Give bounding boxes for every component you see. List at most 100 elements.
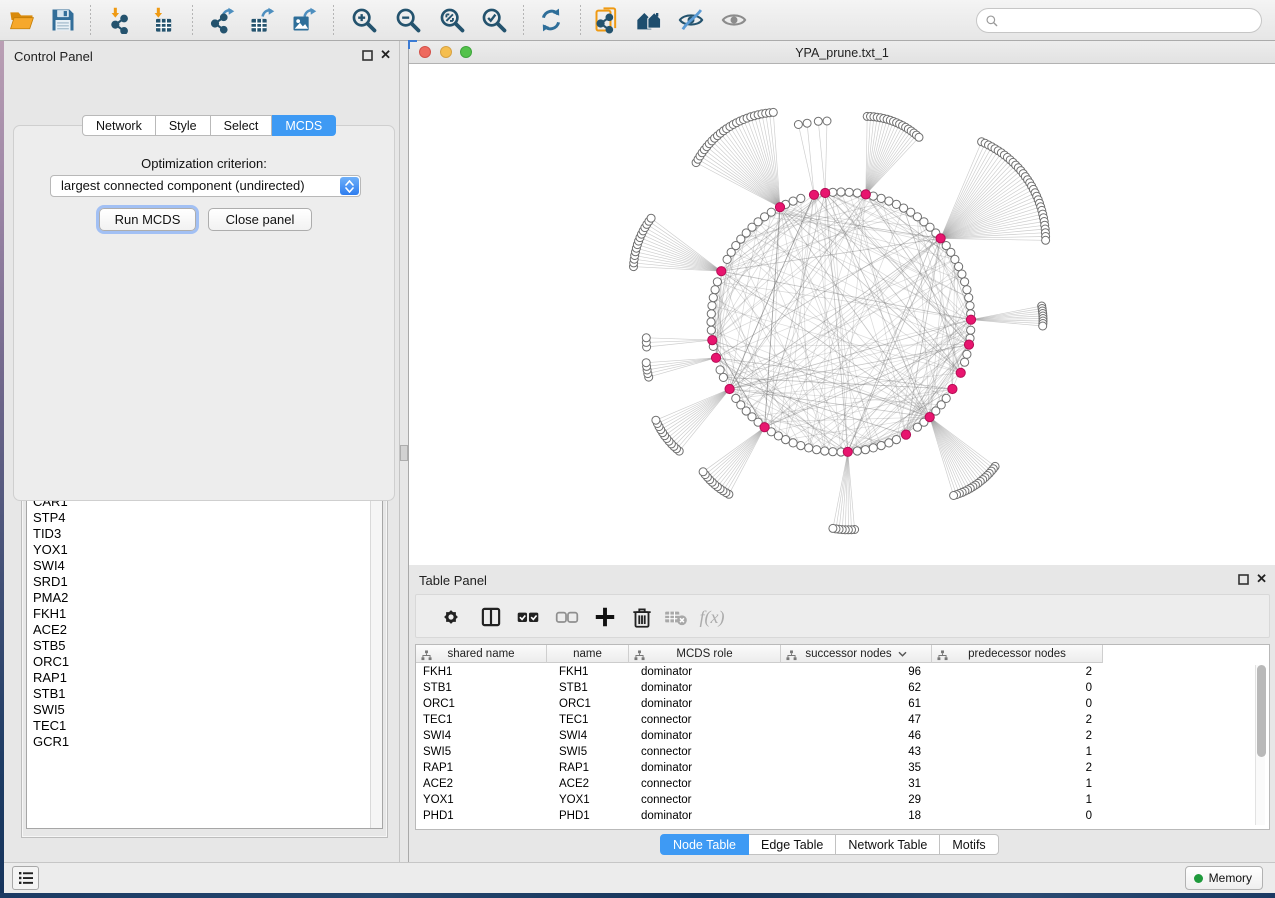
export-table-icon[interactable] — [248, 6, 276, 34]
mcds-result-item[interactable]: SWI5 — [27, 702, 382, 718]
run-mcds-button[interactable]: Run MCDS — [99, 208, 196, 231]
float-table-panel-icon[interactable] — [1238, 574, 1249, 585]
mcds-result-item[interactable]: ACE2 — [27, 622, 382, 638]
task-history-button[interactable] — [12, 866, 39, 890]
tab-node-table[interactable]: Node Table — [660, 834, 749, 855]
memory-label: Memory — [1209, 871, 1252, 885]
zoom-fit-icon[interactable] — [438, 6, 466, 34]
search-input[interactable] — [1004, 14, 1244, 28]
table-row[interactable]: RAP1RAP1dominator352 — [416, 760, 1103, 776]
ring-node — [885, 197, 893, 205]
tab-style[interactable]: Style — [156, 115, 211, 136]
tab-edge-table[interactable]: Edge Table — [749, 834, 836, 855]
table-row[interactable]: SWI4SWI4dominator462 — [416, 728, 1103, 744]
table-row[interactable]: YOX1YOX1connector291 — [416, 792, 1103, 808]
ring-node — [767, 208, 775, 216]
satellite-node — [642, 334, 650, 342]
table-row[interactable]: ORC1ORC1dominator610 — [416, 696, 1103, 712]
mcds-list-scrollbar[interactable] — [370, 478, 382, 828]
network-graph[interactable] — [409, 64, 1275, 565]
eye-icon[interactable] — [720, 6, 748, 34]
mcds-result-item[interactable]: STP4 — [27, 510, 382, 526]
doc-network-icon[interactable] — [593, 6, 621, 34]
delete-column-icon[interactable] — [629, 604, 655, 630]
close-panel-button[interactable]: Close panel — [208, 208, 312, 231]
network-window-title: YPA_prune.txt_1 — [409, 46, 1275, 60]
ring-node — [805, 444, 813, 452]
mcds-result-item[interactable]: TEC1 — [27, 718, 382, 734]
select-all-icon[interactable] — [515, 604, 541, 630]
mcds-result-list[interactable]: PHD1CAR1STP4TID3YOX1SWI4SRD1PMA2FKH1ACE2… — [26, 477, 383, 829]
eye-slash-icon[interactable] — [677, 6, 705, 34]
network-window-titlebar[interactable]: YPA_prune.txt_1 — [409, 41, 1275, 64]
vertical-splitter[interactable] — [400, 41, 408, 862]
tab-network[interactable]: Network — [82, 115, 156, 136]
ring-node — [961, 278, 969, 286]
mcds-hub-node — [843, 447, 852, 456]
mcds-result-item[interactable]: YOX1 — [27, 542, 382, 558]
mcds-result-item[interactable]: SRD1 — [27, 574, 382, 590]
splitter-grip[interactable] — [400, 445, 408, 461]
refresh-icon[interactable] — [537, 6, 565, 34]
table-row[interactable]: SWI5SWI5connector431 — [416, 744, 1103, 760]
open-folder-icon[interactable] — [8, 6, 36, 34]
table-panel-title: Table Panel — [419, 573, 487, 588]
column-header-successor-nodes[interactable]: successor nodes — [781, 645, 932, 663]
column-header-MCDS-role[interactable]: MCDS role — [629, 645, 781, 663]
control-panel-titlebar: Control Panel ✕ — [4, 41, 399, 70]
table-scrollbar[interactable] — [1255, 665, 1265, 825]
add-column-icon[interactable] — [592, 604, 618, 630]
column-header-predecessor-nodes[interactable]: predecessor nodes — [932, 645, 1103, 663]
save-session-icon[interactable] — [49, 6, 77, 34]
mcds-result-item[interactable]: TID3 — [27, 526, 382, 542]
table-row[interactable]: STB1STB1dominator620 — [416, 680, 1103, 696]
table-row[interactable]: ACE2ACE2connector311 — [416, 776, 1103, 792]
satellite-node — [829, 524, 837, 532]
close-panel-icon[interactable]: ✕ — [380, 48, 391, 62]
zoom-out-icon[interactable] — [394, 6, 422, 34]
network-canvas[interactable] — [409, 64, 1275, 565]
control-panel: Control Panel ✕ NetworkStyleSelectMCDS O… — [4, 41, 400, 862]
column-header-name[interactable]: name — [547, 645, 629, 663]
table-scrollbar-thumb[interactable] — [1257, 665, 1266, 757]
mcds-hub-node — [775, 203, 784, 212]
close-table-panel-icon[interactable]: ✕ — [1256, 572, 1267, 586]
control-panel-tabs: NetworkStyleSelectMCDS — [82, 115, 336, 136]
export-image-icon[interactable] — [290, 6, 318, 34]
ring-node — [821, 447, 829, 455]
memory-button[interactable]: Memory — [1185, 866, 1263, 890]
import-table-icon[interactable] — [149, 6, 177, 34]
optimization-criterion-select[interactable]: largest connected component (undirected) — [50, 175, 361, 197]
settings-gear-icon[interactable] — [438, 604, 464, 630]
ring-node — [707, 326, 715, 334]
tab-motifs[interactable]: Motifs — [940, 834, 998, 855]
deselect-all-icon[interactable] — [554, 604, 580, 630]
ring-node — [892, 436, 900, 444]
table-row[interactable]: TEC1TEC1connector472 — [416, 712, 1103, 728]
double-house-icon[interactable] — [635, 6, 663, 34]
table-row[interactable]: PHD1PHD1dominator180 — [416, 808, 1103, 824]
import-network-icon[interactable] — [106, 6, 134, 34]
search-field[interactable] — [976, 8, 1262, 33]
ring-node — [869, 444, 877, 452]
table-row[interactable]: FKH1FKH1dominator962 — [416, 664, 1103, 680]
satellite-node — [950, 492, 958, 500]
status-bar: Memory — [4, 862, 1275, 893]
column-header-shared-name[interactable]: shared name — [416, 645, 547, 663]
mcds-result-item[interactable]: ORC1 — [27, 654, 382, 670]
mcds-result-item[interactable]: RAP1 — [27, 670, 382, 686]
zoom-selected-icon[interactable] — [480, 6, 508, 34]
float-panel-icon[interactable] — [362, 50, 373, 61]
mcds-result-item[interactable]: FKH1 — [27, 606, 382, 622]
tab-mcds[interactable]: MCDS — [272, 115, 336, 136]
mcds-result-item[interactable]: STB5 — [27, 638, 382, 654]
mcds-result-item[interactable]: SWI4 — [27, 558, 382, 574]
zoom-in-icon[interactable] — [350, 6, 378, 34]
tab-select[interactable]: Select — [211, 115, 273, 136]
mcds-result-item[interactable]: STB1 — [27, 686, 382, 702]
export-network-icon[interactable] — [208, 6, 236, 34]
mcds-result-item[interactable]: PMA2 — [27, 590, 382, 606]
tab-network-table[interactable]: Network Table — [836, 834, 940, 855]
column-browser-icon[interactable] — [478, 604, 504, 630]
mcds-result-item[interactable]: GCR1 — [27, 734, 382, 750]
